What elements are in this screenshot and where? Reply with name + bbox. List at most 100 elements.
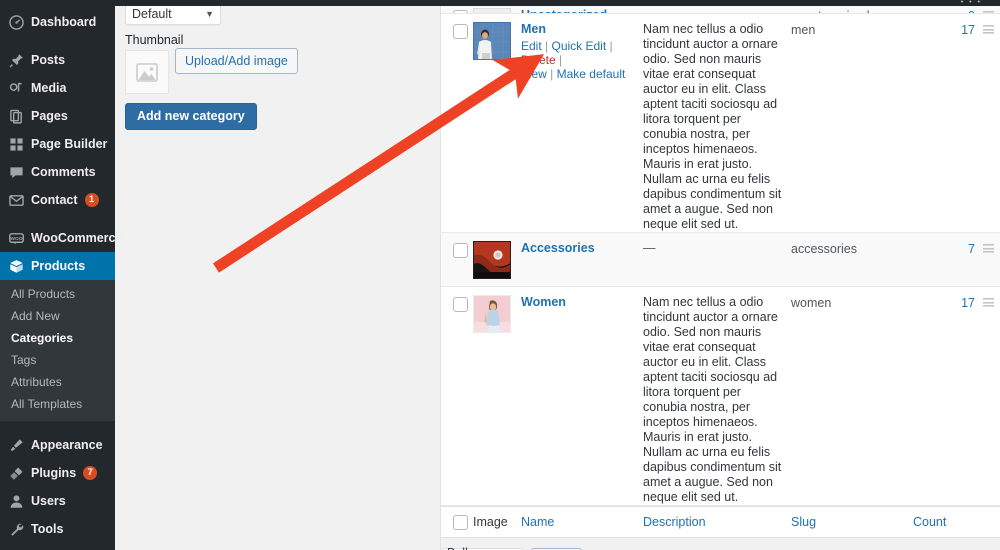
row-checkbox[interactable] [453,243,468,258]
category-name-link[interactable]: Men [521,22,643,37]
count-link[interactable]: 17 [961,23,975,37]
row-name-cell: Men Edit | Quick Edit | Delete | View | Ma… [521,14,643,232]
table-footer-header: Image Name Description Slug Count [441,506,1000,538]
sidebar-item-users[interactable]: Users [0,487,115,515]
row-action-edit[interactable]: Edit [521,39,542,53]
submenu-item-categories[interactable]: Categories [0,327,115,349]
category-name-link[interactable]: Accessories [521,241,643,256]
sidebar-item-label: Users [31,494,66,508]
sidebar-item-label: Media [31,81,67,95]
drag-handle-icon[interactable] [982,298,994,307]
row-image-cell [473,287,521,505]
row-checkbox[interactable] [453,297,468,312]
category-name-link[interactable]: Women [521,295,643,310]
table-nav-bottom: Bulk Actions▼Apply9 item [441,538,1000,550]
sidebar-item-label: Page Builder [31,137,108,151]
select-all-cell[interactable] [441,514,473,530]
column-header-name[interactable]: Name [521,515,643,529]
submenu-item-tags[interactable]: Tags [0,349,115,371]
add-new-category-button[interactable]: Add new category [125,103,257,130]
sidebar-item-page-builder[interactable]: Page Builder [0,130,115,158]
row-action-delete[interactable]: Delete [521,53,556,67]
sidebar-item-tools[interactable]: Tools [0,515,115,543]
table-row[interactable]: Men Edit | Quick Edit | Delete | View | Ma… [441,14,1000,233]
sidebar-item-media[interactable]: Media [0,74,115,102]
plug-icon [9,466,24,481]
row-checkbox-cell[interactable] [441,14,473,232]
row-count-cell: 17 [913,14,975,232]
category-thumbnail [473,22,511,60]
count-link[interactable]: 17 [961,296,975,310]
brush-icon [9,438,24,453]
submenu-item-attributes[interactable]: Attributes [0,371,115,393]
row-description-cell: Nam nec tellus a odio tincidunt auctor a… [643,295,782,504]
column-header-description[interactable]: Description [643,515,791,529]
chevron-down-icon: ▼ [205,8,214,19]
sidebar-item-settings[interactable]: Settings [0,543,115,550]
row-drag-handle-cell[interactable] [975,14,1000,232]
drag-handle-icon[interactable] [982,25,994,34]
row-checkbox-cell[interactable] [441,287,473,505]
row-description-cell: Nam nec tellus a odio tincidunt auctor a… [643,22,782,231]
sidebar-item-woocommerce[interactable]: WOO WooCommerce [0,224,122,252]
gauge-icon [9,14,24,30]
row-drag-handle-cell[interactable] [975,233,1000,286]
thumbnail-label: Thumbnail [125,33,184,47]
row-slug-cell: men [791,23,816,37]
admin-bar: • • • [0,0,1000,6]
media-icon [9,81,24,96]
sidebar-item-comments[interactable]: Comments [0,158,115,186]
add-category-form: Default ▼ Thumbnail Upload/Add image Add… [115,0,440,550]
sidebar-item-label: Appearance [31,438,103,452]
woo-icon: WOO [9,231,24,246]
admin-sidebar[interactable]: Dashboard Posts Media Pages Page Builder Comm… [0,0,122,550]
row-actions: Edit | Quick Edit | Delete | View | Make … [521,39,626,81]
categories-table-area: Uncategorized—uncategorized0MenEdit | Qu… [440,0,1000,550]
row-drag-handle-cell[interactable] [975,287,1000,505]
row-slug-cell: women [791,296,832,310]
sidebar-item-contact[interactable]: Contact 1 [0,186,115,214]
row-name-cell: Women [521,287,643,505]
grid-icon [9,137,24,152]
comment-icon [9,165,24,180]
sidebar-item-label: Plugins [31,466,77,480]
display-type-value: Default [132,6,172,21]
pin-icon [9,53,24,68]
sidebar-item-plugins[interactable]: Plugins 7 [0,459,115,487]
image-placeholder-icon [136,62,158,82]
row-action-view[interactable]: View [521,67,547,81]
sidebar-badge: 7 [83,466,98,480]
count-link[interactable]: 7 [968,242,975,256]
row-image-cell [473,233,521,286]
submenu-item-add-new[interactable]: Add New [0,305,115,327]
sidebar-item-label: Pages [31,109,68,123]
table-row[interactable]: Accessories — accessories 7 [441,233,1000,287]
row-checkbox[interactable] [453,24,468,39]
category-thumbnail [473,295,511,333]
bulk-actions-value: Bulk Actions [447,546,508,550]
sidebar-item-label: Comments [31,165,96,179]
row-action-make-default[interactable]: Make default [557,67,626,81]
admin-screen: • • • Dashboard Posts Media Pages Page Build… [0,0,1000,550]
submenu-item-all-templates[interactable]: All Templates [0,393,115,415]
sidebar-item-dashboard[interactable]: Dashboard [0,8,115,36]
sidebar-item-pages[interactable]: Pages [0,102,115,130]
drag-handle-icon[interactable] [982,244,994,253]
upload-add-image-button[interactable]: Upload/Add image [175,48,298,74]
sidebar-item-posts[interactable]: Posts [0,46,115,74]
pages-icon [9,109,24,124]
column-header-count[interactable]: Count [913,515,975,529]
column-header-slug[interactable]: Slug [791,515,913,529]
sidebar-item-products[interactable]: Products [0,252,115,280]
sidebar-item-label: Posts [31,53,66,67]
svg-text:WOO: WOO [10,236,22,242]
sidebar-item-label: Dashboard [31,15,97,29]
table-row[interactable]: Women Nam nec tellus a odio tincidunt auc… [441,287,1000,506]
row-action-quick-edit[interactable]: Quick Edit [552,39,607,53]
row-checkbox-cell[interactable] [441,233,473,286]
admin-bar-dots: • • • [960,0,982,6]
submenu-item-all-products[interactable]: All Products [0,283,115,305]
select-all-checkbox[interactable] [453,514,468,530]
sidebar-item-appearance[interactable]: Appearance [0,431,115,459]
sidebar-item-label: Contact [31,193,78,207]
